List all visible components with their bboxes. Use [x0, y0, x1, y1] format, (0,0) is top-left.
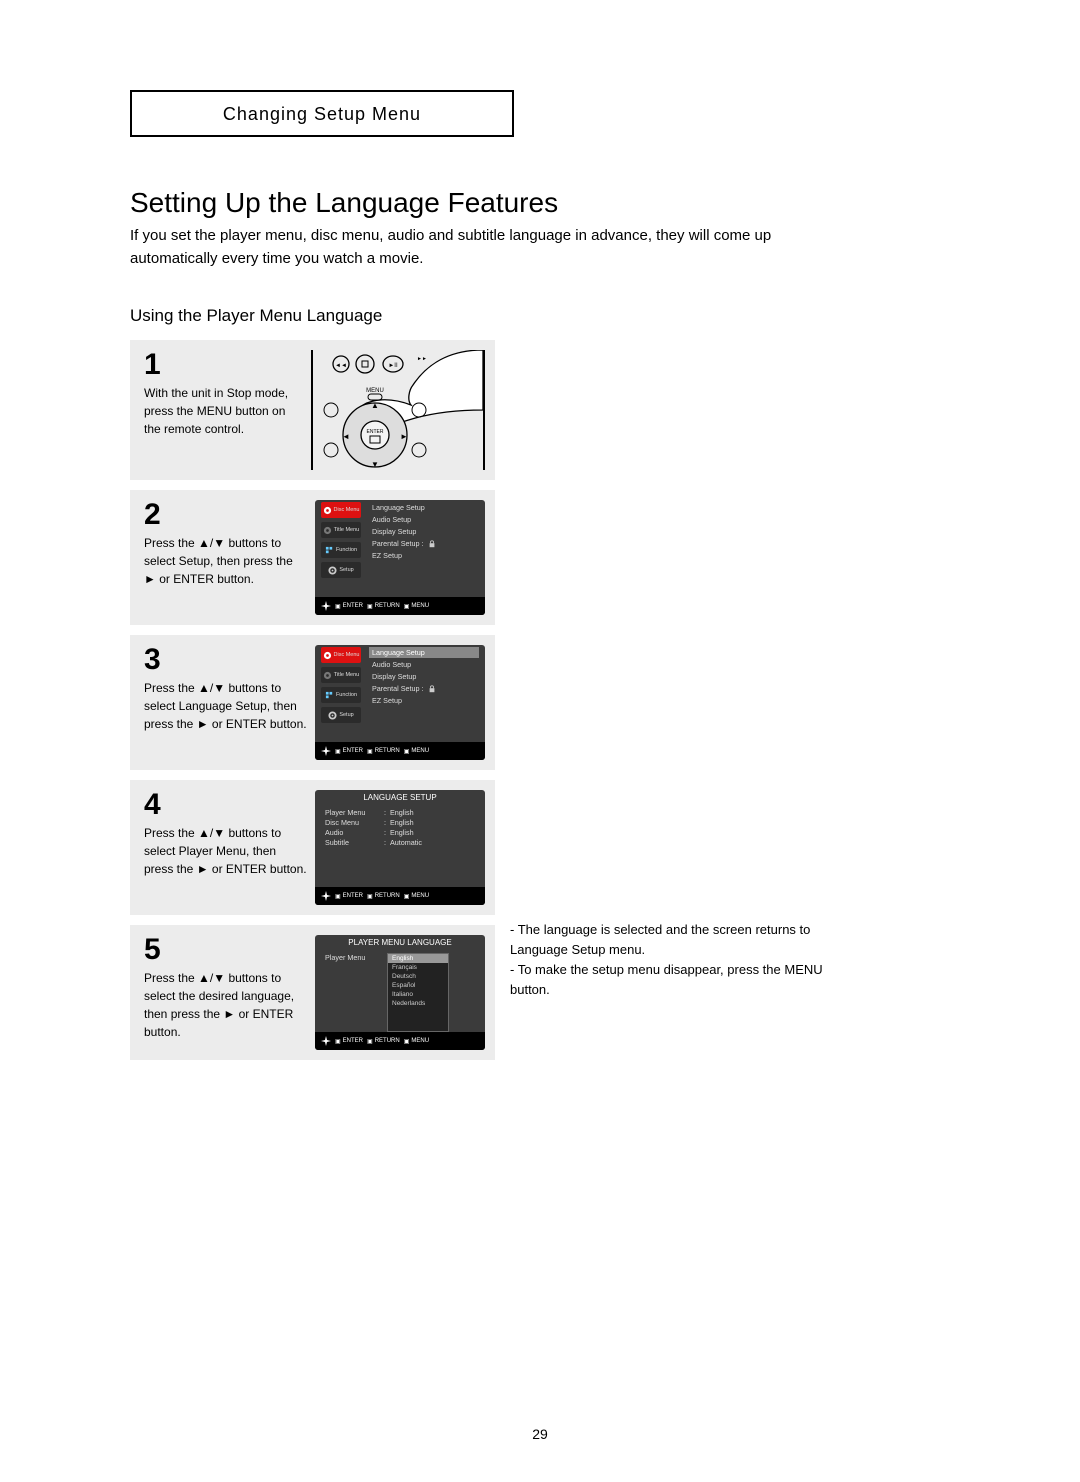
player-menu-label: Player Menu: [325, 953, 380, 1032]
osd-header: LANGUAGE SETUP: [315, 790, 485, 804]
step-instruction: Press the ▲/▼ buttons to select the desi…: [144, 969, 307, 1041]
remote-illustration: ◄◄ ►II ►► ENTER ▲ ▼: [311, 350, 485, 470]
lang-row: Audio:English: [325, 828, 475, 837]
language-options: English Français Deutsch Español Italian…: [387, 953, 449, 1032]
lang-row: Player Menu:English: [325, 808, 475, 817]
intro-text: If you set the player menu, disc menu, a…: [130, 225, 850, 270]
menu-item: Audio Setup: [369, 514, 479, 525]
osd-footer: ▣ ENTER ▣ RETURN ▣ MENU: [315, 1032, 485, 1050]
side-note-line: - To make the setup menu disappear, pres…: [510, 960, 860, 1000]
osd-footer: ▣ ENTER ▣ RETURN ▣ MENU: [315, 742, 485, 760]
lang-option: Français: [388, 963, 448, 972]
menu-item-highlighted: Language Setup: [369, 647, 479, 658]
osd-screen-setup: Disc Menu Title Menu Function Setup Lang…: [315, 500, 485, 615]
menu-item: Display Setup: [369, 671, 479, 682]
lang-option-selected: English: [388, 954, 448, 963]
lock-icon: [427, 685, 437, 693]
section-subtitle: Using the Player Menu Language: [130, 306, 950, 326]
svg-text:MENU: MENU: [366, 388, 384, 394]
sidebar-setup: Setup: [321, 707, 361, 723]
step-number: 3: [144, 645, 307, 675]
osd-player-lang: Player Menu English Français Deutsch Esp…: [315, 949, 485, 1032]
sidebar-setup: Setup: [321, 562, 361, 578]
svg-text:◄◄: ◄◄: [335, 363, 347, 369]
step-instruction: Press the ▲/▼ buttons to select Setup, t…: [144, 534, 307, 588]
sidebar-function: Function: [321, 542, 361, 558]
side-note-line: - The language is selected and the scree…: [510, 920, 860, 960]
lang-row: Disc Menu:English: [325, 818, 475, 827]
step-3: 3 Press the ▲/▼ buttons to select Langua…: [130, 635, 495, 770]
chapter-label: Changing Setup Menu: [130, 90, 514, 137]
menu-item: Audio Setup: [369, 659, 479, 670]
lang-option: Español: [388, 981, 448, 990]
osd-sidebar: Disc Menu Title Menu Function Setup: [321, 647, 363, 740]
sidebar-title-menu: Title Menu: [321, 522, 361, 538]
osd-header: PLAYER MENU LANGUAGE: [315, 935, 485, 949]
osd-sidebar: Disc Menu Title Menu Function Setup: [321, 502, 363, 595]
svg-text:►►: ►►: [417, 356, 427, 362]
menu-item: EZ Setup: [369, 695, 479, 706]
dpad-icon: [321, 1036, 331, 1046]
svg-text:◄: ◄: [342, 432, 350, 441]
osd-screen-language-list: LANGUAGE SETUP Player Menu:English Disc …: [315, 790, 485, 905]
sidebar-disc-menu: Disc Menu: [321, 647, 361, 663]
step-4: 4 Press the ▲/▼ buttons to select Player…: [130, 780, 495, 915]
menu-item: Parental Setup :: [369, 538, 479, 549]
lock-icon: [427, 540, 437, 548]
side-note: - The language is selected and the scree…: [510, 920, 860, 1001]
sidebar-disc-menu: Disc Menu: [321, 502, 361, 518]
svg-text:►: ►: [400, 432, 408, 441]
dpad-icon: [321, 601, 331, 611]
svg-text:►II: ►II: [388, 363, 398, 369]
osd-footer: ▣ ENTER ▣ RETURN ▣ MENU: [315, 887, 485, 905]
lang-option: Nederlands: [388, 999, 448, 1008]
osd-screen-language-setup: Disc Menu Title Menu Function Setup Lang…: [315, 645, 485, 760]
sidebar-function: Function: [321, 687, 361, 703]
lang-option: Italiano: [388, 990, 448, 999]
menu-item: Parental Setup :: [369, 683, 479, 694]
page-title: Setting Up the Language Features: [130, 187, 950, 219]
step-5: 5 Press the ▲/▼ buttons to select the de…: [130, 925, 495, 1060]
osd-menu-list: Language Setup Audio Setup Display Setup…: [363, 502, 479, 595]
step-1: 1 With the unit in Stop mode, press the …: [130, 340, 495, 480]
lang-option: Deutsch: [388, 972, 448, 981]
dpad-icon: [321, 891, 331, 901]
steps-column: 1 With the unit in Stop mode, press the …: [130, 340, 495, 1060]
svg-text:▼: ▼: [371, 460, 379, 469]
menu-item: Language Setup: [369, 502, 479, 513]
svg-text:▲: ▲: [371, 401, 379, 410]
step-number: 1: [144, 350, 303, 380]
step-number: 5: [144, 935, 307, 965]
step-instruction: Press the ▲/▼ buttons to select Language…: [144, 679, 307, 733]
step-number: 4: [144, 790, 307, 820]
step-2: 2 Press the ▲/▼ buttons to select Setup,…: [130, 490, 495, 625]
osd-screen-player-language: PLAYER MENU LANGUAGE Player Menu English…: [315, 935, 485, 1050]
lang-row: Subtitle:Automatic: [325, 838, 475, 847]
osd-footer: ▣ ENTER ▣ RETURN ▣ MENU: [315, 597, 485, 615]
osd-lang-rows: Player Menu:English Disc Menu:English Au…: [315, 804, 485, 887]
step-number: 2: [144, 500, 307, 530]
page-number: 29: [0, 1426, 1080, 1442]
menu-item: EZ Setup: [369, 550, 479, 561]
osd-menu-list: Language Setup Audio Setup Display Setup…: [363, 647, 479, 740]
manual-page: Changing Setup Menu Setting Up the Langu…: [0, 0, 1080, 1482]
step-instruction: Press the ▲/▼ buttons to select Player M…: [144, 824, 307, 878]
svg-text:ENTER: ENTER: [367, 429, 384, 435]
sidebar-title-menu: Title Menu: [321, 667, 361, 683]
menu-item: Display Setup: [369, 526, 479, 537]
step-instruction: With the unit in Stop mode, press the ME…: [144, 384, 303, 438]
dpad-icon: [321, 746, 331, 756]
